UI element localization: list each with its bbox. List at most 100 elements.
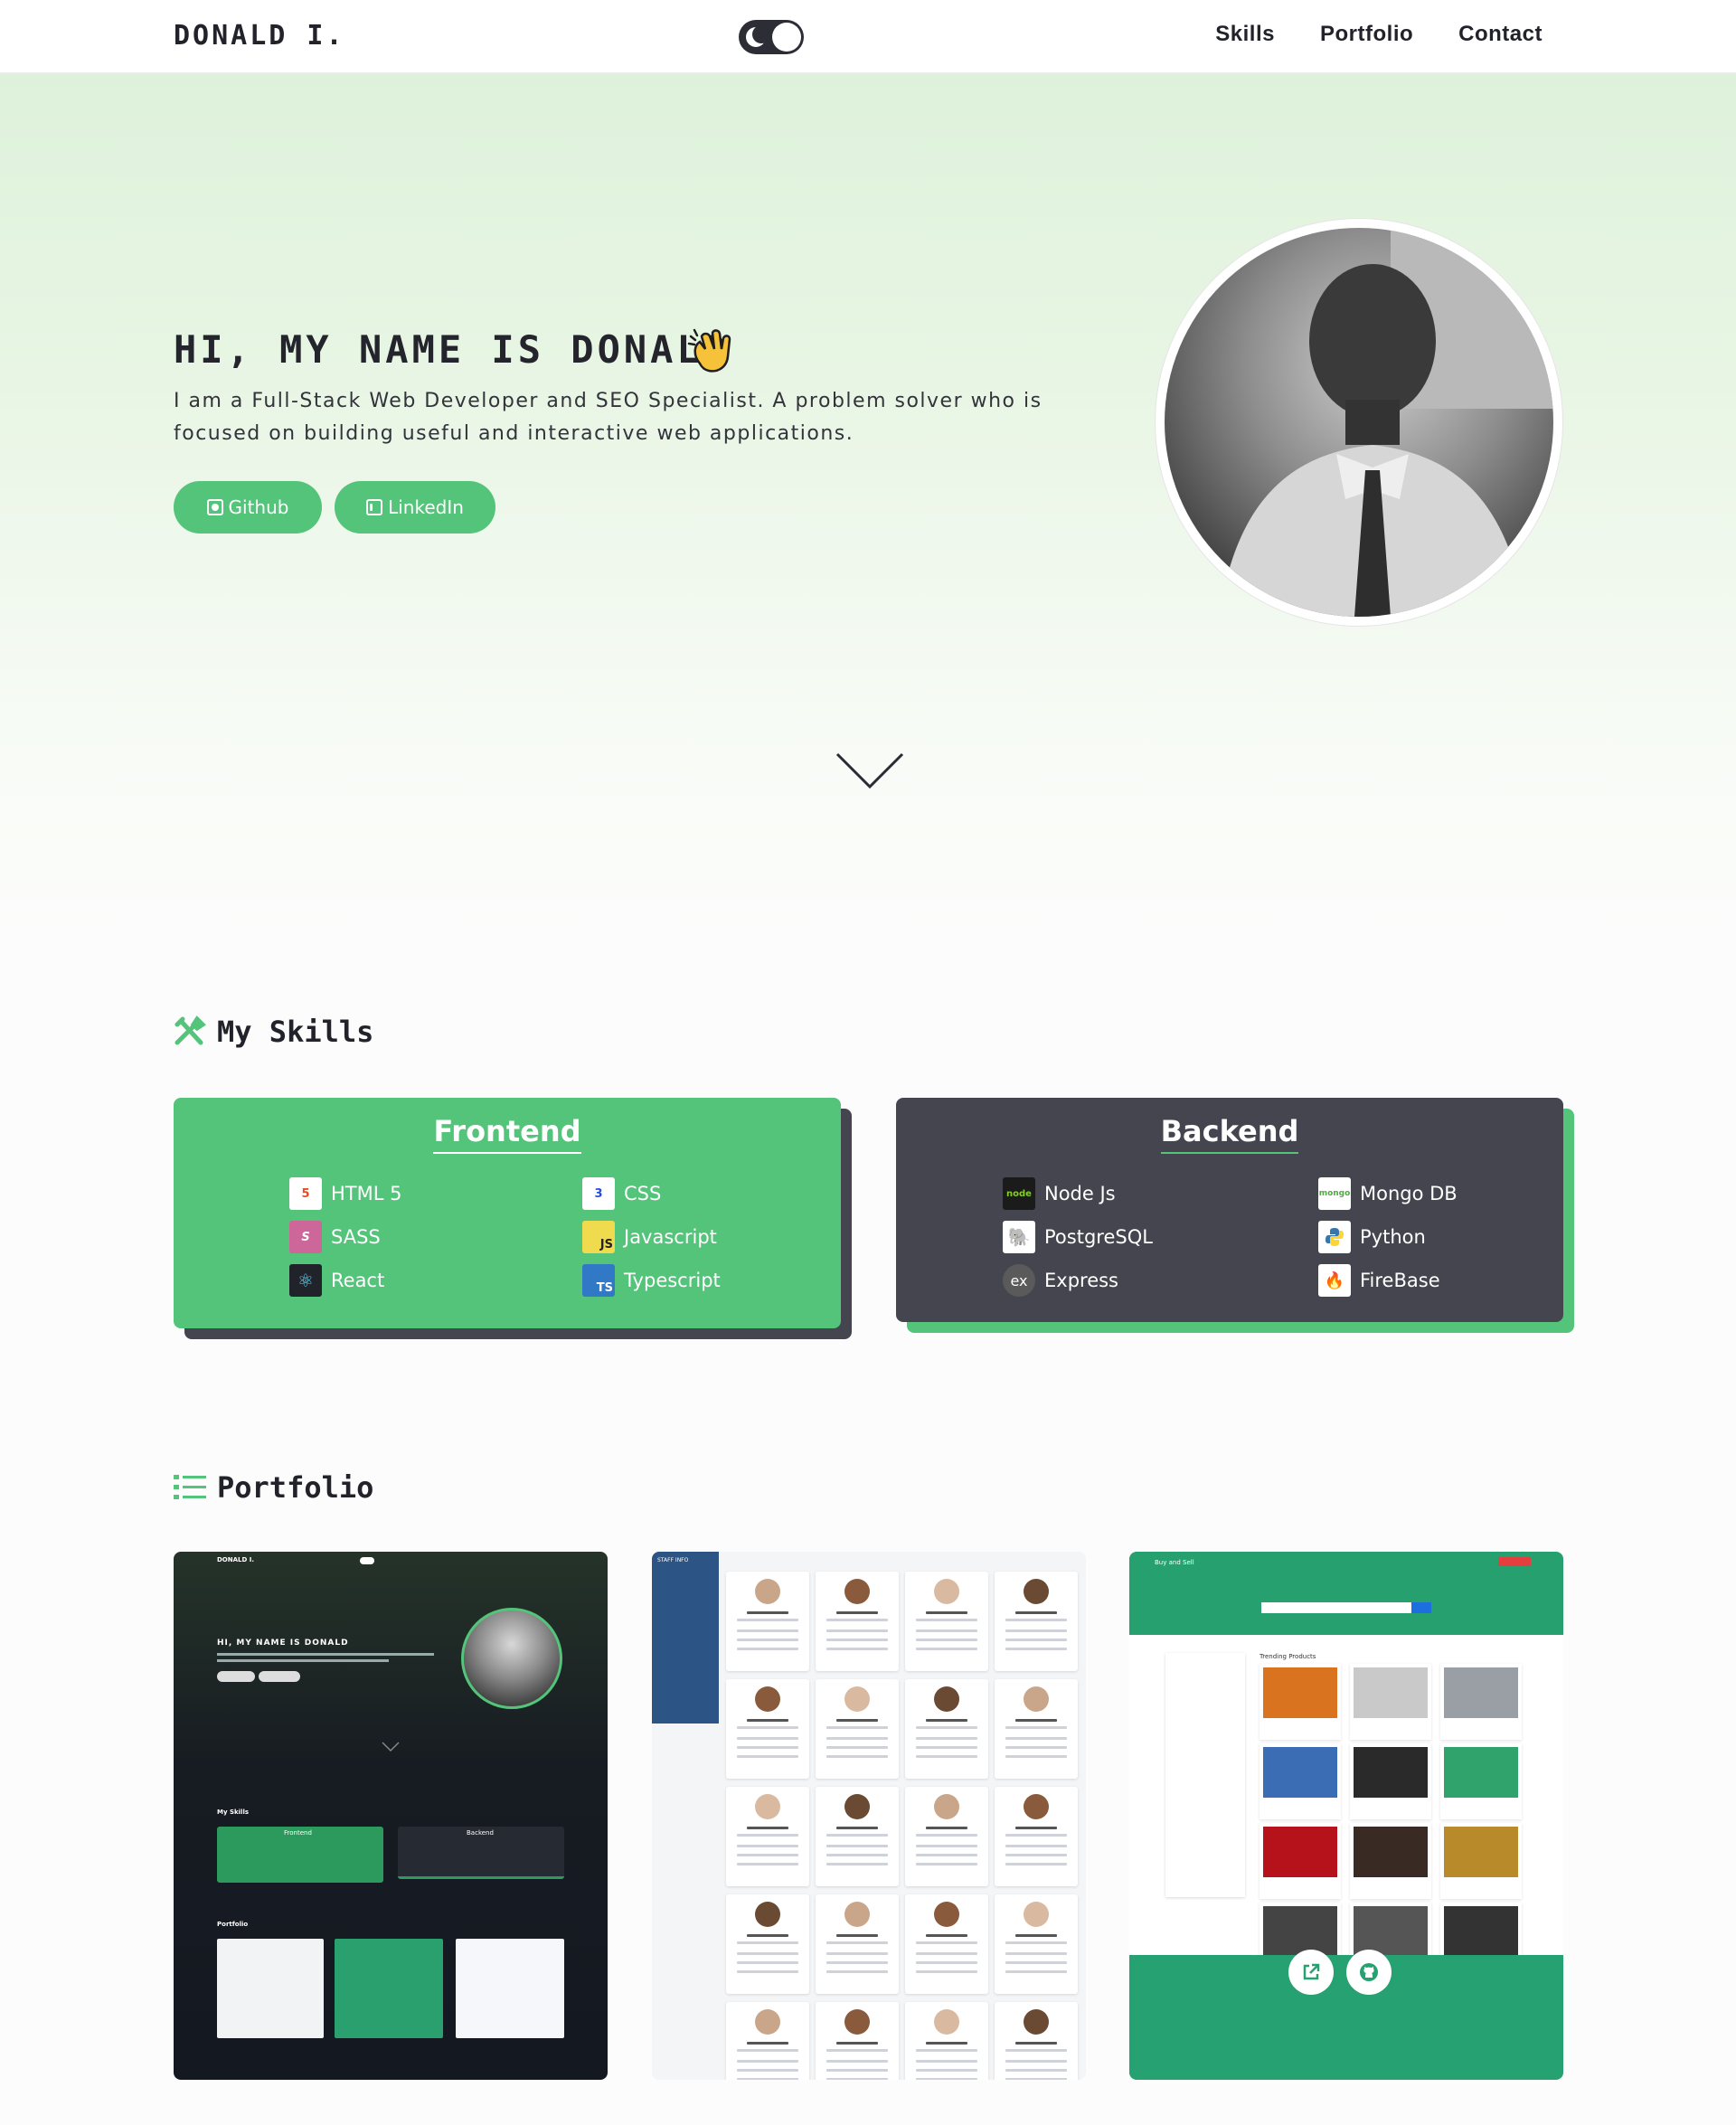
preview-skills-heading: My Skills bbox=[217, 1809, 250, 1816]
staff-card bbox=[905, 1787, 988, 1886]
nav-link-portfolio[interactable]: Portfolio bbox=[1320, 22, 1413, 47]
avatar bbox=[844, 1686, 870, 1712]
product-card bbox=[1350, 1664, 1431, 1740]
project-card-buy-sell[interactable]: Buy and Sell Trending Products bbox=[1129, 1552, 1563, 2080]
staff-card bbox=[726, 1679, 809, 1779]
hero-title: HI, MY NAME IS DONALD bbox=[174, 327, 731, 372]
moon-icon bbox=[746, 25, 770, 47]
skill-item: TS Typescript bbox=[582, 1264, 817, 1297]
theme-toggle[interactable] bbox=[739, 20, 804, 54]
text-line bbox=[737, 2078, 798, 2080]
avatar bbox=[1024, 1579, 1049, 1604]
github-icon bbox=[1360, 1963, 1378, 1981]
text-line bbox=[1005, 1746, 1067, 1749]
preview-shop-header: Buy and Sell bbox=[1129, 1552, 1563, 1635]
text-line bbox=[737, 1746, 798, 1749]
avatar bbox=[1024, 1794, 1049, 1819]
text-line bbox=[1005, 1952, 1067, 1955]
project-card-staff-info[interactable]: STAFF INFO bbox=[652, 1552, 1086, 2080]
text-line bbox=[836, 2042, 878, 2045]
frontend-skill-list: 5 HTML 5 3 CSS S SASS JS Javascript ⚛ Re… bbox=[289, 1177, 817, 1297]
text-line bbox=[737, 1970, 798, 1973]
text-line bbox=[826, 1726, 888, 1729]
avatar bbox=[934, 2009, 959, 2035]
linkedin-label: LinkedIn bbox=[388, 496, 464, 518]
text-line bbox=[916, 1746, 977, 1749]
hero-description: I am a Full-Stack Web Developer and SEO … bbox=[174, 390, 1043, 445]
external-link-button[interactable] bbox=[1288, 1950, 1334, 1995]
avatar bbox=[755, 1579, 780, 1604]
text-line bbox=[1005, 1845, 1067, 1847]
avatar bbox=[755, 2009, 780, 2035]
text-line bbox=[747, 2042, 788, 2045]
text-line bbox=[1005, 1834, 1067, 1837]
github-button[interactable]: Github bbox=[174, 481, 322, 534]
backend-title: Backend bbox=[896, 1114, 1563, 1154]
avatar bbox=[844, 2009, 870, 2035]
text-line bbox=[916, 1863, 977, 1865]
text-line bbox=[1005, 2078, 1067, 2080]
product-image bbox=[1444, 1906, 1518, 1957]
text-line bbox=[836, 1827, 878, 1829]
product-image bbox=[1444, 1827, 1518, 1877]
preview-search-bar bbox=[1261, 1602, 1411, 1613]
preview-portfolio-heading: Portfolio bbox=[217, 1921, 249, 1928]
navbar: DONALD I. Skills Portfolio Contact bbox=[0, 0, 1736, 74]
staff-card bbox=[905, 1679, 988, 1779]
text-line bbox=[926, 1827, 967, 1829]
text-line bbox=[1015, 1611, 1057, 1614]
text-line bbox=[826, 2060, 888, 2063]
text-line bbox=[737, 1639, 798, 1641]
waving-hand-icon bbox=[687, 328, 731, 373]
preview-thumb bbox=[335, 1939, 443, 2038]
nav-links: Skills Portfolio Contact bbox=[1215, 22, 1543, 47]
product-image bbox=[1354, 1667, 1428, 1718]
nav-link-skills[interactable]: Skills bbox=[1215, 22, 1275, 47]
product-card bbox=[1440, 1664, 1522, 1740]
preview-button bbox=[259, 1671, 300, 1682]
project-card-portfolio[interactable]: DONALD I. HI, MY NAME IS DONALD My Skill… bbox=[174, 1552, 608, 2080]
github-icon bbox=[206, 499, 223, 515]
profile-photo bbox=[1165, 228, 1553, 617]
brand-logo[interactable]: DONALD I. bbox=[174, 20, 345, 52]
staff-card bbox=[995, 1572, 1078, 1671]
text-line bbox=[1005, 1854, 1067, 1856]
text-line bbox=[916, 1639, 977, 1641]
github-repo-button[interactable] bbox=[1346, 1950, 1392, 1995]
staff-card bbox=[816, 1572, 899, 1671]
nav-link-contact[interactable]: Contact bbox=[1458, 22, 1543, 47]
text-line bbox=[826, 1639, 888, 1641]
text-line bbox=[916, 1619, 977, 1621]
list-icon bbox=[174, 1475, 206, 1499]
text-line bbox=[826, 1970, 888, 1973]
text-line bbox=[836, 1719, 878, 1722]
text-line bbox=[1015, 2042, 1057, 2045]
preview-category-sidebar bbox=[1165, 1653, 1245, 1897]
staff-card bbox=[726, 1894, 809, 1994]
skills-title: My Skills bbox=[217, 1015, 374, 1049]
text-line bbox=[1005, 2069, 1067, 2072]
text-line bbox=[916, 1952, 977, 1955]
linkedin-button[interactable]: LinkedIn bbox=[335, 481, 495, 534]
external-link-icon bbox=[1303, 1963, 1320, 1980]
frontend-title: Frontend bbox=[174, 1114, 841, 1154]
skill-item: ex Express bbox=[1003, 1264, 1318, 1297]
text-line bbox=[1005, 1961, 1067, 1964]
product-image bbox=[1263, 1827, 1337, 1877]
text-line bbox=[737, 2049, 798, 2052]
chevron-down-icon bbox=[382, 1742, 400, 1752]
preview-navbar: DONALD I. bbox=[174, 1552, 608, 1570]
preview-backend-card: Backend bbox=[398, 1827, 564, 1879]
text-line bbox=[737, 1648, 798, 1650]
skill-item: 🔥 FireBase bbox=[1318, 1264, 1553, 1297]
text-line bbox=[836, 1611, 878, 1614]
preview-thumb bbox=[217, 1939, 324, 2038]
text-line bbox=[737, 1845, 798, 1847]
avatar bbox=[1024, 1902, 1049, 1927]
skill-item: 3 CSS bbox=[582, 1177, 817, 1210]
profile-photo-illustration bbox=[1219, 228, 1553, 617]
text-line bbox=[1005, 1648, 1067, 1650]
product-image bbox=[1444, 1747, 1518, 1798]
skill-item: 5 HTML 5 bbox=[289, 1177, 582, 1210]
chevron-down-icon[interactable] bbox=[834, 751, 906, 796]
